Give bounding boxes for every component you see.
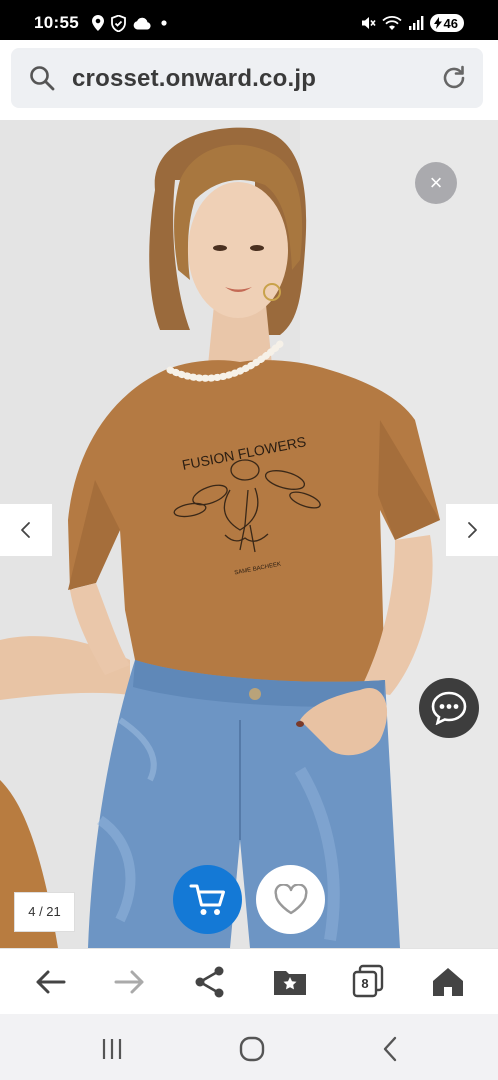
heart-icon[interactable]	[273, 884, 309, 916]
dot-icon	[161, 20, 167, 26]
battery-charging-icon	[433, 17, 442, 29]
next-image-button[interactable]	[446, 504, 498, 556]
reload-icon[interactable]	[439, 63, 469, 93]
address-bar[interactable]: crosset.onward.co.jp	[11, 48, 483, 108]
home-system-button[interactable]	[237, 1034, 267, 1064]
recent-apps-icon[interactable]	[98, 1034, 128, 1064]
tabs-button[interactable]: 8	[348, 963, 388, 1001]
status-time: 10:55	[34, 13, 79, 32]
back-button[interactable]	[30, 963, 70, 1001]
battery-indicator: 46	[429, 14, 464, 32]
signal-icon	[408, 16, 423, 30]
system-navigation-bar	[0, 1014, 498, 1080]
cloud-icon	[133, 17, 151, 29]
home-circle-icon[interactable]	[237, 1034, 267, 1064]
url-text[interactable]: crosset.onward.co.jp	[72, 65, 316, 93]
mute-icon	[361, 17, 376, 29]
search-icon[interactable]	[29, 65, 55, 91]
tabs-count[interactable]: 8	[352, 971, 378, 997]
chevron-left-icon[interactable]	[18, 521, 34, 539]
recent-apps-button[interactable]	[98, 1034, 128, 1064]
battery-level: 46	[443, 15, 458, 31]
chat-button[interactable]	[419, 678, 479, 738]
system-back-button[interactable]	[376, 1034, 406, 1064]
chevron-right-icon[interactable]	[464, 521, 480, 539]
chat-bubble-icon[interactable]	[431, 691, 467, 725]
favorite-button[interactable]	[256, 865, 325, 934]
status-icons-left	[92, 12, 170, 34]
wifi-icon	[381, 16, 402, 30]
add-to-cart-button[interactable]	[173, 865, 242, 934]
home-icon[interactable]	[428, 963, 468, 1001]
previous-image-button[interactable]	[0, 504, 52, 556]
bookmark-icon[interactable]	[270, 963, 310, 1001]
location-icon	[92, 15, 104, 31]
image-counter: 4 / 21	[14, 892, 75, 932]
share-button[interactable]	[190, 963, 230, 1001]
close-icon[interactable]: ×	[430, 170, 443, 195]
forward-icon[interactable]	[110, 963, 150, 1001]
share-icon[interactable]	[190, 963, 230, 1001]
shield-icon	[111, 14, 126, 32]
system-back-icon[interactable]	[376, 1034, 406, 1064]
status-bar: 10:55 46	[0, 0, 498, 40]
browser-toolbar: 8	[0, 948, 498, 1014]
address-bar-area: crosset.onward.co.jp	[0, 40, 498, 120]
back-icon[interactable]	[30, 963, 70, 1001]
cart-icon[interactable]	[189, 882, 227, 918]
close-button[interactable]: ×	[415, 162, 457, 204]
product-photo: FUSION FLOWERS SAME BACHEEK	[0, 120, 498, 948]
product-gallery[interactable]: FUSION FLOWERS SAME BACHEEK × 4 / 21	[0, 120, 498, 948]
bookmark-button[interactable]	[270, 963, 310, 1001]
forward-button[interactable]	[110, 963, 150, 1001]
home-button[interactable]	[428, 963, 468, 1001]
status-icons-right: 46	[360, 12, 464, 34]
